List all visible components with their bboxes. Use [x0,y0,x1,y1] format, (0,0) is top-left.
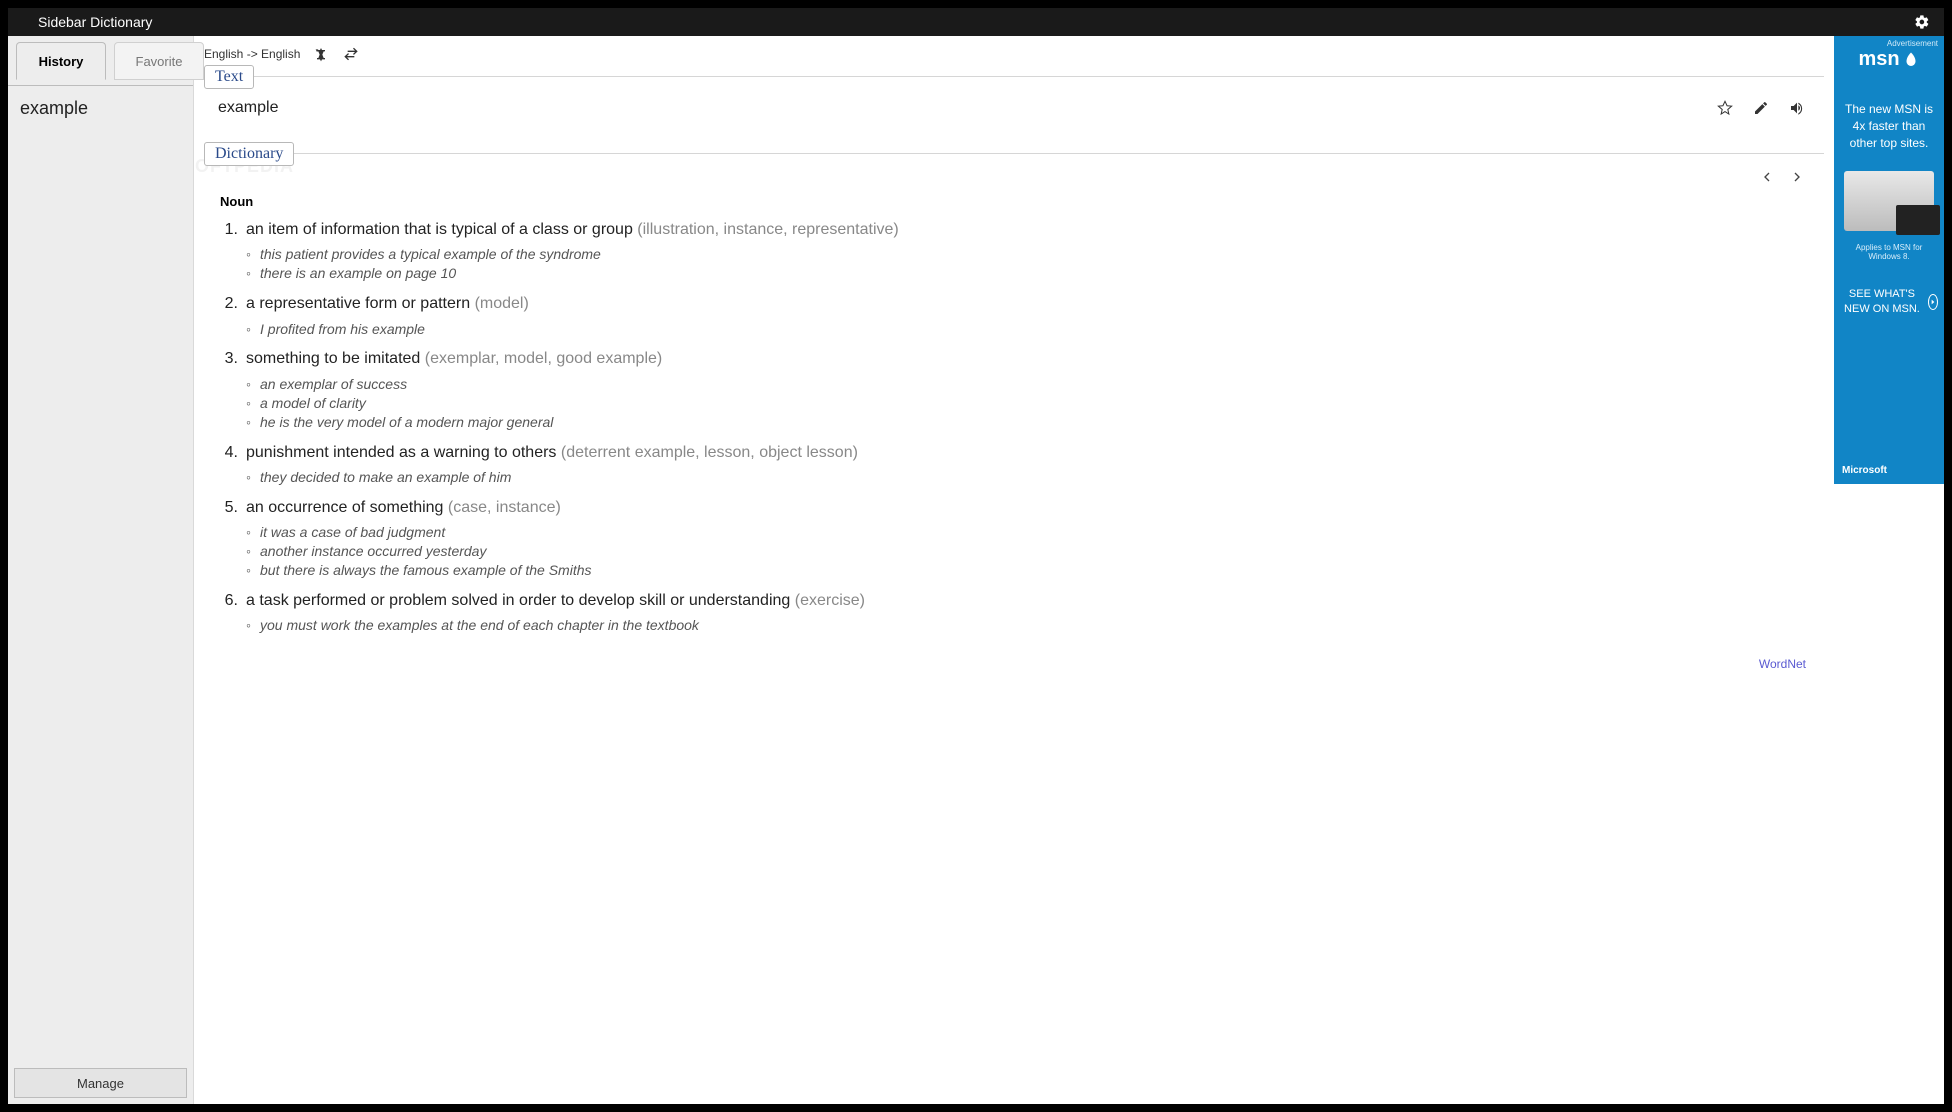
ad-devices-image [1844,171,1934,231]
example-sentence: they decided to make an example of him [246,468,1814,487]
definition-synonyms: (exemplar, model, good example) [425,350,662,367]
example-sentence: it was a case of bad judgment [246,523,1814,542]
tab-favorite[interactable]: Favorite [114,42,204,80]
ad-cta[interactable]: SEE WHAT'S NEW ON MSN. [1834,277,1944,326]
lookup-word: example [218,99,1716,117]
language-pair[interactable]: English -> English [204,47,300,61]
ad-disclaimer: Applies to MSN for Windows 8. [1834,237,1944,277]
definition-number: 3. [220,348,238,370]
source-link[interactable]: WordNet [1759,657,1806,671]
arrow-right-icon [1928,294,1938,310]
part-of-speech: Noun [204,186,1824,215]
example-sentence: he is the very model of a modern major g… [246,413,1814,432]
app-title: Sidebar Dictionary [38,14,152,30]
definition-text: an item of information that is typical o… [246,219,1814,241]
definition-synonyms: (model) [475,295,529,312]
example-list: it was a case of bad judgmentanother ins… [220,521,1814,586]
history-item[interactable]: example [20,94,181,123]
example-list: I profited from his example [220,318,1814,345]
definition-text: a task performed or problem solved in or… [246,590,1814,612]
manage-button[interactable]: Manage [14,1068,187,1098]
definition-number: 2. [220,293,238,315]
definition-number: 6. [220,590,238,612]
example-sentence: you must work the examples at the end of… [246,616,1814,635]
definition-item: 5. an occurrence of something (case, inst… [220,493,1814,521]
definition-text: punishment intended as a warning to othe… [246,442,1814,464]
definition-synonyms: (exercise) [795,592,865,609]
example-sentence: but there is always the famous example o… [246,561,1814,580]
ad-label: Advertisement [1887,36,1944,48]
definition-item: 6. a task performed or problem solved in … [220,586,1814,614]
example-list: they decided to make an example of him [220,466,1814,493]
sidebar-divider [8,85,193,86]
definition-number: 4. [220,442,238,464]
definition-item: 4. punishment intended as a warning to ot… [220,438,1814,466]
example-sentence: another instance occurred yesterday [246,542,1814,561]
definition-text: a representative form or pattern (model) [246,293,1814,315]
star-icon[interactable] [1716,99,1734,117]
definition-text: an occurrence of something (case, instan… [246,497,1814,519]
tab-history[interactable]: History [16,42,106,80]
text-section-label: Text [204,65,254,89]
definitions-list: 1. an item of information that is typical… [204,215,1824,651]
dictionary-section-label: Dictionary [204,142,294,166]
definition-item: 1. an item of information that is typical… [220,215,1814,243]
history-list: example [8,86,193,1062]
speaker-icon[interactable] [1788,99,1806,117]
swap-icon[interactable] [342,45,360,63]
definition-item: 2. a representative form or pattern (mode… [220,289,1814,317]
example-sentence: an exemplar of success [246,375,1814,394]
dictionary-section: Dictionary Noun 1.an item of information… [204,153,1824,651]
titlebar: Sidebar Dictionary [8,8,1944,36]
text-section: Text example [204,76,1824,127]
ad-logo: msn [1858,48,1919,81]
example-sentence: this patient provides a typical example … [246,245,1814,264]
definition-number: 1. [220,219,238,241]
example-sentence: I profited from his example [246,320,1814,339]
translate-icon[interactable] [312,45,330,63]
chevron-right-icon[interactable] [1788,168,1806,186]
example-list: this patient provides a typical example … [220,243,1814,289]
example-list: you must work the examples at the end of… [220,614,1814,641]
gear-icon[interactable] [1914,14,1930,30]
sidebar: History Favorite example Manage [8,36,194,1104]
example-list: an exemplar of successa model of clarity… [220,373,1814,438]
definition-text: something to be imitated (exemplar, mode… [246,348,1814,370]
language-bar: English -> English [194,36,1834,66]
definition-number: 5. [220,497,238,519]
ad-headline: The new MSN is 4x faster than other top … [1834,81,1944,165]
edit-icon[interactable] [1752,99,1770,117]
advertisement-panel[interactable]: Advertisement msn The new MSN is 4x fast… [1834,36,1944,484]
definition-item: 3. something to be imitated (exemplar, mo… [220,344,1814,372]
ad-footer: Microsoft [1842,465,1887,476]
definition-synonyms: (deterrent example, lesson, object lesso… [561,444,858,461]
example-sentence: there is an example on page 10 [246,264,1814,283]
definition-synonyms: (case, instance) [448,499,561,516]
example-sentence: a model of clarity [246,394,1814,413]
chevron-left-icon[interactable] [1758,168,1776,186]
definition-synonyms: (illustration, instance, representative) [637,221,898,238]
content-area: SOFTPEDIA English -> English Text exampl… [194,36,1834,1104]
